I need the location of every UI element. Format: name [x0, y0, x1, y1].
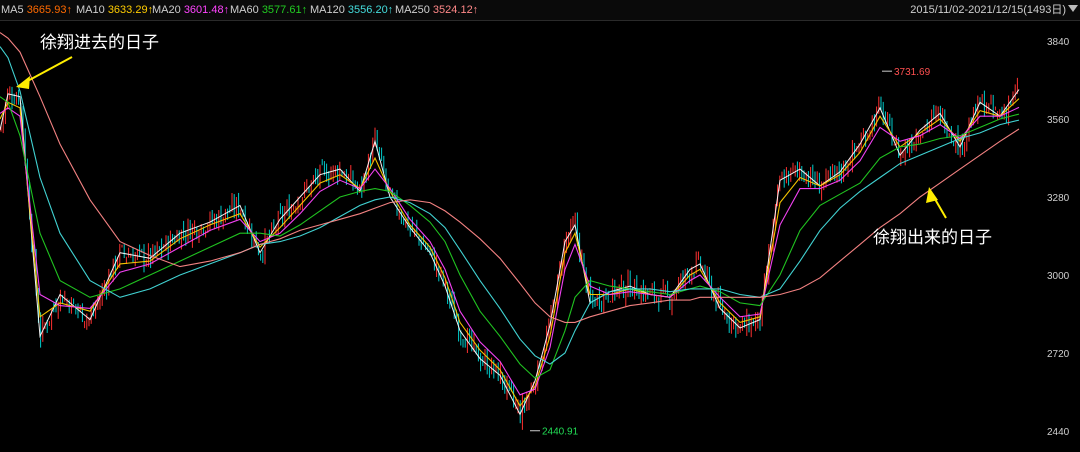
indicator-legend-bar: MA5 3665.93↑ MA10 3633.29↑ MA20 3601.48↑…: [0, 0, 1080, 21]
annotation-enter-text: 徐翔进去的日子: [40, 33, 159, 53]
y-tick-label: 2440: [1047, 427, 1070, 438]
legend-ma60[interactable]: MA60 3577.61↑: [230, 0, 307, 20]
date-range-label: 2015/11/02-2021/12/15(1493日): [910, 4, 1066, 16]
y-tick-label: 3560: [1047, 115, 1070, 126]
range-dropdown-icon[interactable]: [1068, 5, 1078, 12]
legend-ma120[interactable]: MA120 3556.20↑: [310, 0, 393, 20]
series-line-ma60: [0, 96, 1020, 379]
y-tick-label: 3000: [1047, 271, 1070, 282]
series-line-ma250: [0, 32, 1020, 323]
legend-ma10[interactable]: MA10 3633.29↑: [76, 0, 153, 20]
series-line-ma120: [0, 46, 1020, 365]
y-tick-label: 3840: [1047, 37, 1070, 48]
legend-ma60-value: 3577.61↑: [261, 4, 308, 16]
legend-ma250[interactable]: MA250 3524.12↑: [395, 0, 478, 20]
y-tick-label: 2720: [1047, 349, 1070, 360]
extreme-price-labels: 3731.69 2440.91: [530, 67, 931, 438]
moving-average-lines: [0, 32, 1020, 416]
legend-ma20-value: 3601.48↑: [183, 4, 230, 16]
legend-ma120-value: 3556.20↑: [347, 4, 394, 16]
kline-chart[interactable]: 3840 3560 3280 3000 2720 2440 3731.69 2440.91…: [0, 21, 1080, 452]
legend-ma250-value: 3524.12↑: [432, 4, 479, 16]
y-axis: 3840 3560 3280 3000 2720 2440: [1047, 37, 1070, 438]
legend-ma20[interactable]: MA20 3601.48↑: [152, 0, 229, 20]
legend-ma10-value: 3633.29↑: [107, 4, 154, 16]
annotation-enter-arrowhead: [16, 76, 30, 89]
legend-ma5[interactable]: MA5 3665.93↑: [1, 0, 72, 20]
y-tick-label: 3280: [1047, 193, 1070, 204]
min-price-label: 2440.91: [542, 427, 579, 438]
legend-ma5-value: 3665.93↑: [26, 4, 72, 16]
annotation-exit-text: 徐翔出来的日子: [873, 228, 992, 248]
max-price-label: 3731.69: [894, 67, 931, 78]
annotations: 徐翔进去的日子 徐翔出来的日子: [16, 33, 992, 248]
